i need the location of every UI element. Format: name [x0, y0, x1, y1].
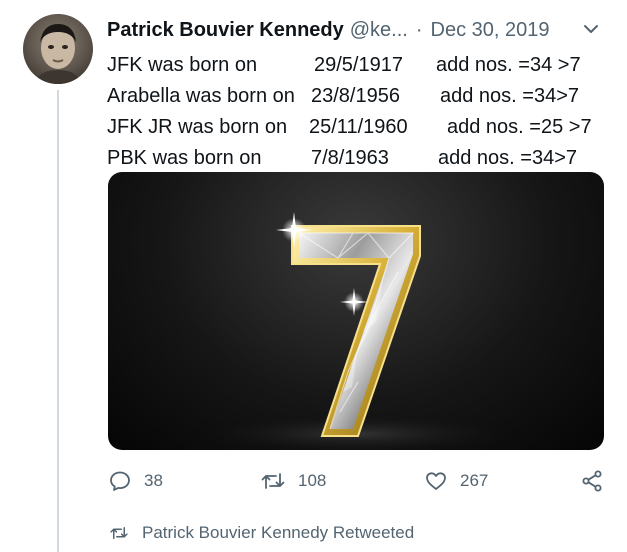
- line-date: 25/11/1960: [309, 116, 408, 138]
- retweet-arrows-icon: [261, 473, 285, 489]
- line-date: 7/8/1963: [311, 147, 389, 169]
- line-label: JFK JR was born on: [107, 116, 288, 138]
- chevron-down-icon[interactable]: [580, 18, 602, 40]
- share-button[interactable]: [580, 468, 604, 494]
- separator-dot: ·: [415, 18, 423, 41]
- tweet-date[interactable]: Dec 30, 2019: [431, 19, 550, 42]
- line-sum: add nos. =25 >7: [447, 116, 592, 138]
- line-label: JFK was born on: [107, 54, 258, 76]
- tweet-header: Patrick Bouvier Kennedy @ke... · Dec 30,…: [107, 17, 550, 43]
- line-sum: add nos. =34 >7: [436, 54, 581, 76]
- like-count: 267: [460, 471, 489, 490]
- thread-connector-line: [57, 90, 59, 552]
- retweet-count: 108: [298, 471, 327, 490]
- retweet-arrows-icon: [110, 527, 128, 539]
- reply-button[interactable]: 38: [108, 468, 163, 494]
- retweeted-notice[interactable]: Patrick Bouvier Kennedy Retweeted: [108, 523, 414, 543]
- line-label: Arabella was born on: [107, 85, 295, 107]
- avatar-photo: [35, 24, 81, 84]
- reply-count: 38: [144, 471, 163, 490]
- author-name[interactable]: Patrick Bouvier Kennedy: [107, 19, 344, 42]
- author-handle[interactable]: @ke...: [350, 19, 408, 42]
- share-nodes-icon: [582, 470, 602, 492]
- speech-bubble-icon: [110, 471, 130, 491]
- line-sum: add nos. =34>7: [438, 147, 578, 169]
- line-date: 29/5/1917: [314, 54, 403, 76]
- heart-icon: [426, 472, 446, 490]
- like-button[interactable]: 267: [424, 468, 488, 494]
- tweet-actions-bar: 38 108 267: [108, 468, 604, 494]
- line-sum: add nos. =34>7: [440, 85, 580, 107]
- retweeted-label: Patrick Bouvier Kennedy Retweeted: [142, 523, 415, 542]
- retweet-button[interactable]: 108: [260, 468, 326, 494]
- line-label: PBK was born on: [107, 147, 262, 169]
- avatar[interactable]: [23, 14, 93, 84]
- line-date: 23/8/1956: [311, 85, 400, 107]
- tweet-media-image[interactable]: [108, 172, 604, 450]
- diamond-seven-graphic: [176, 212, 536, 450]
